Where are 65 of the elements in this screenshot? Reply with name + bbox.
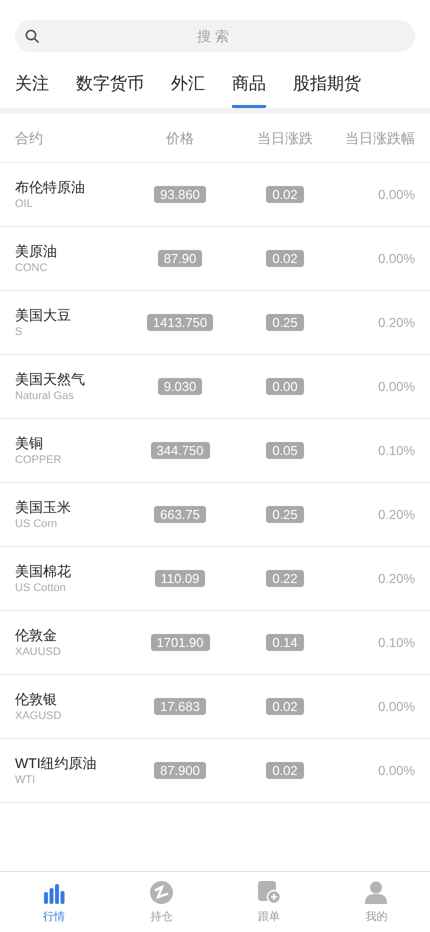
price-badge: 344.750 (150, 442, 210, 459)
change-badge: 0.25 (266, 506, 304, 523)
change-badge: 0.25 (266, 314, 304, 331)
contract-name: 伦敦金 (15, 626, 57, 644)
change-badge: 0.00 (266, 378, 304, 395)
change-badge: 0.22 (266, 570, 304, 587)
change-percent: 0.20% (378, 570, 415, 588)
change-badge: 0.14 (266, 634, 304, 651)
category-tab[interactable]: 股指期货 (293, 70, 361, 108)
document-add-icon (256, 880, 281, 904)
change-percent: 0.10% (378, 442, 415, 460)
price-badge: 1413.750 (146, 314, 214, 331)
change-percent: 0.00% (378, 250, 415, 268)
search-field[interactable]: 搜索 (15, 20, 415, 52)
change-badge: 0.02 (266, 250, 304, 267)
category-tab[interactable]: 关注 (15, 70, 49, 108)
contract-code: OIL (15, 196, 33, 212)
contract-name: 美原油 (15, 242, 57, 260)
category-tab[interactable]: 外汇 (171, 70, 205, 108)
price-badge: 93.860 (154, 186, 206, 203)
change-badge: 0.02 (266, 186, 304, 203)
column-header: 价格 (165, 128, 195, 148)
price-badge: 87.90 (158, 250, 202, 267)
contract-name: 伦敦银 (15, 690, 57, 708)
category-tab[interactable]: 数字货币 (76, 70, 144, 108)
contract-code: S (15, 324, 22, 340)
contract-code: COPPER (15, 452, 62, 468)
change-percent: 0.00% (378, 698, 415, 716)
contract-name: WTI纽约原油 (15, 754, 97, 772)
price-badge: 663.75 (154, 506, 206, 523)
contract-name: 美国天然气 (15, 370, 85, 388)
circle-icon (150, 881, 173, 904)
contract-code: US Corn (15, 516, 58, 532)
price-badge: 110.09 (154, 570, 206, 587)
contract-name: 美国棉花 (15, 562, 71, 580)
column-header: 当日涨跌幅 (344, 128, 415, 148)
contract-code: CONC (15, 260, 48, 276)
contract-code: XAUUSD (15, 644, 61, 660)
contract-name: 美国玉米 (15, 498, 71, 516)
contract-name: 美国大豆 (15, 306, 71, 324)
contract-name: 布伦特原油 (15, 178, 85, 196)
price-badge: 1701.90 (150, 634, 210, 651)
nav-tab[interactable]: 行情 (0, 872, 108, 932)
contract-code: US Cotton (15, 580, 66, 596)
change-percent: 0.00% (378, 378, 415, 396)
column-header: 当日涨跌 (256, 128, 314, 148)
price-badge: 9.030 (158, 378, 202, 395)
search-icon (25, 29, 39, 43)
contract-code: Natural Gas (15, 388, 74, 404)
contract-name: 美铜 (15, 434, 43, 452)
change-percent: 0.00% (378, 762, 415, 780)
user-icon (365, 881, 388, 904)
change-percent: 0.20% (378, 506, 415, 524)
column-header: 合约 (15, 128, 44, 148)
change-percent: 0.10% (378, 634, 415, 652)
contract-code: WTI (15, 772, 36, 788)
contract-code: XAGUSD (15, 708, 62, 724)
change-badge: 0.05 (266, 442, 304, 459)
change-badge: 0.02 (266, 762, 304, 779)
change-badge: 0.02 (266, 698, 304, 715)
change-percent: 0.20% (378, 314, 415, 332)
change-percent: 0.00% (378, 186, 415, 204)
bar-chart-icon (42, 884, 65, 904)
price-badge: 87.900 (154, 762, 206, 779)
price-badge: 17.683 (154, 698, 206, 715)
